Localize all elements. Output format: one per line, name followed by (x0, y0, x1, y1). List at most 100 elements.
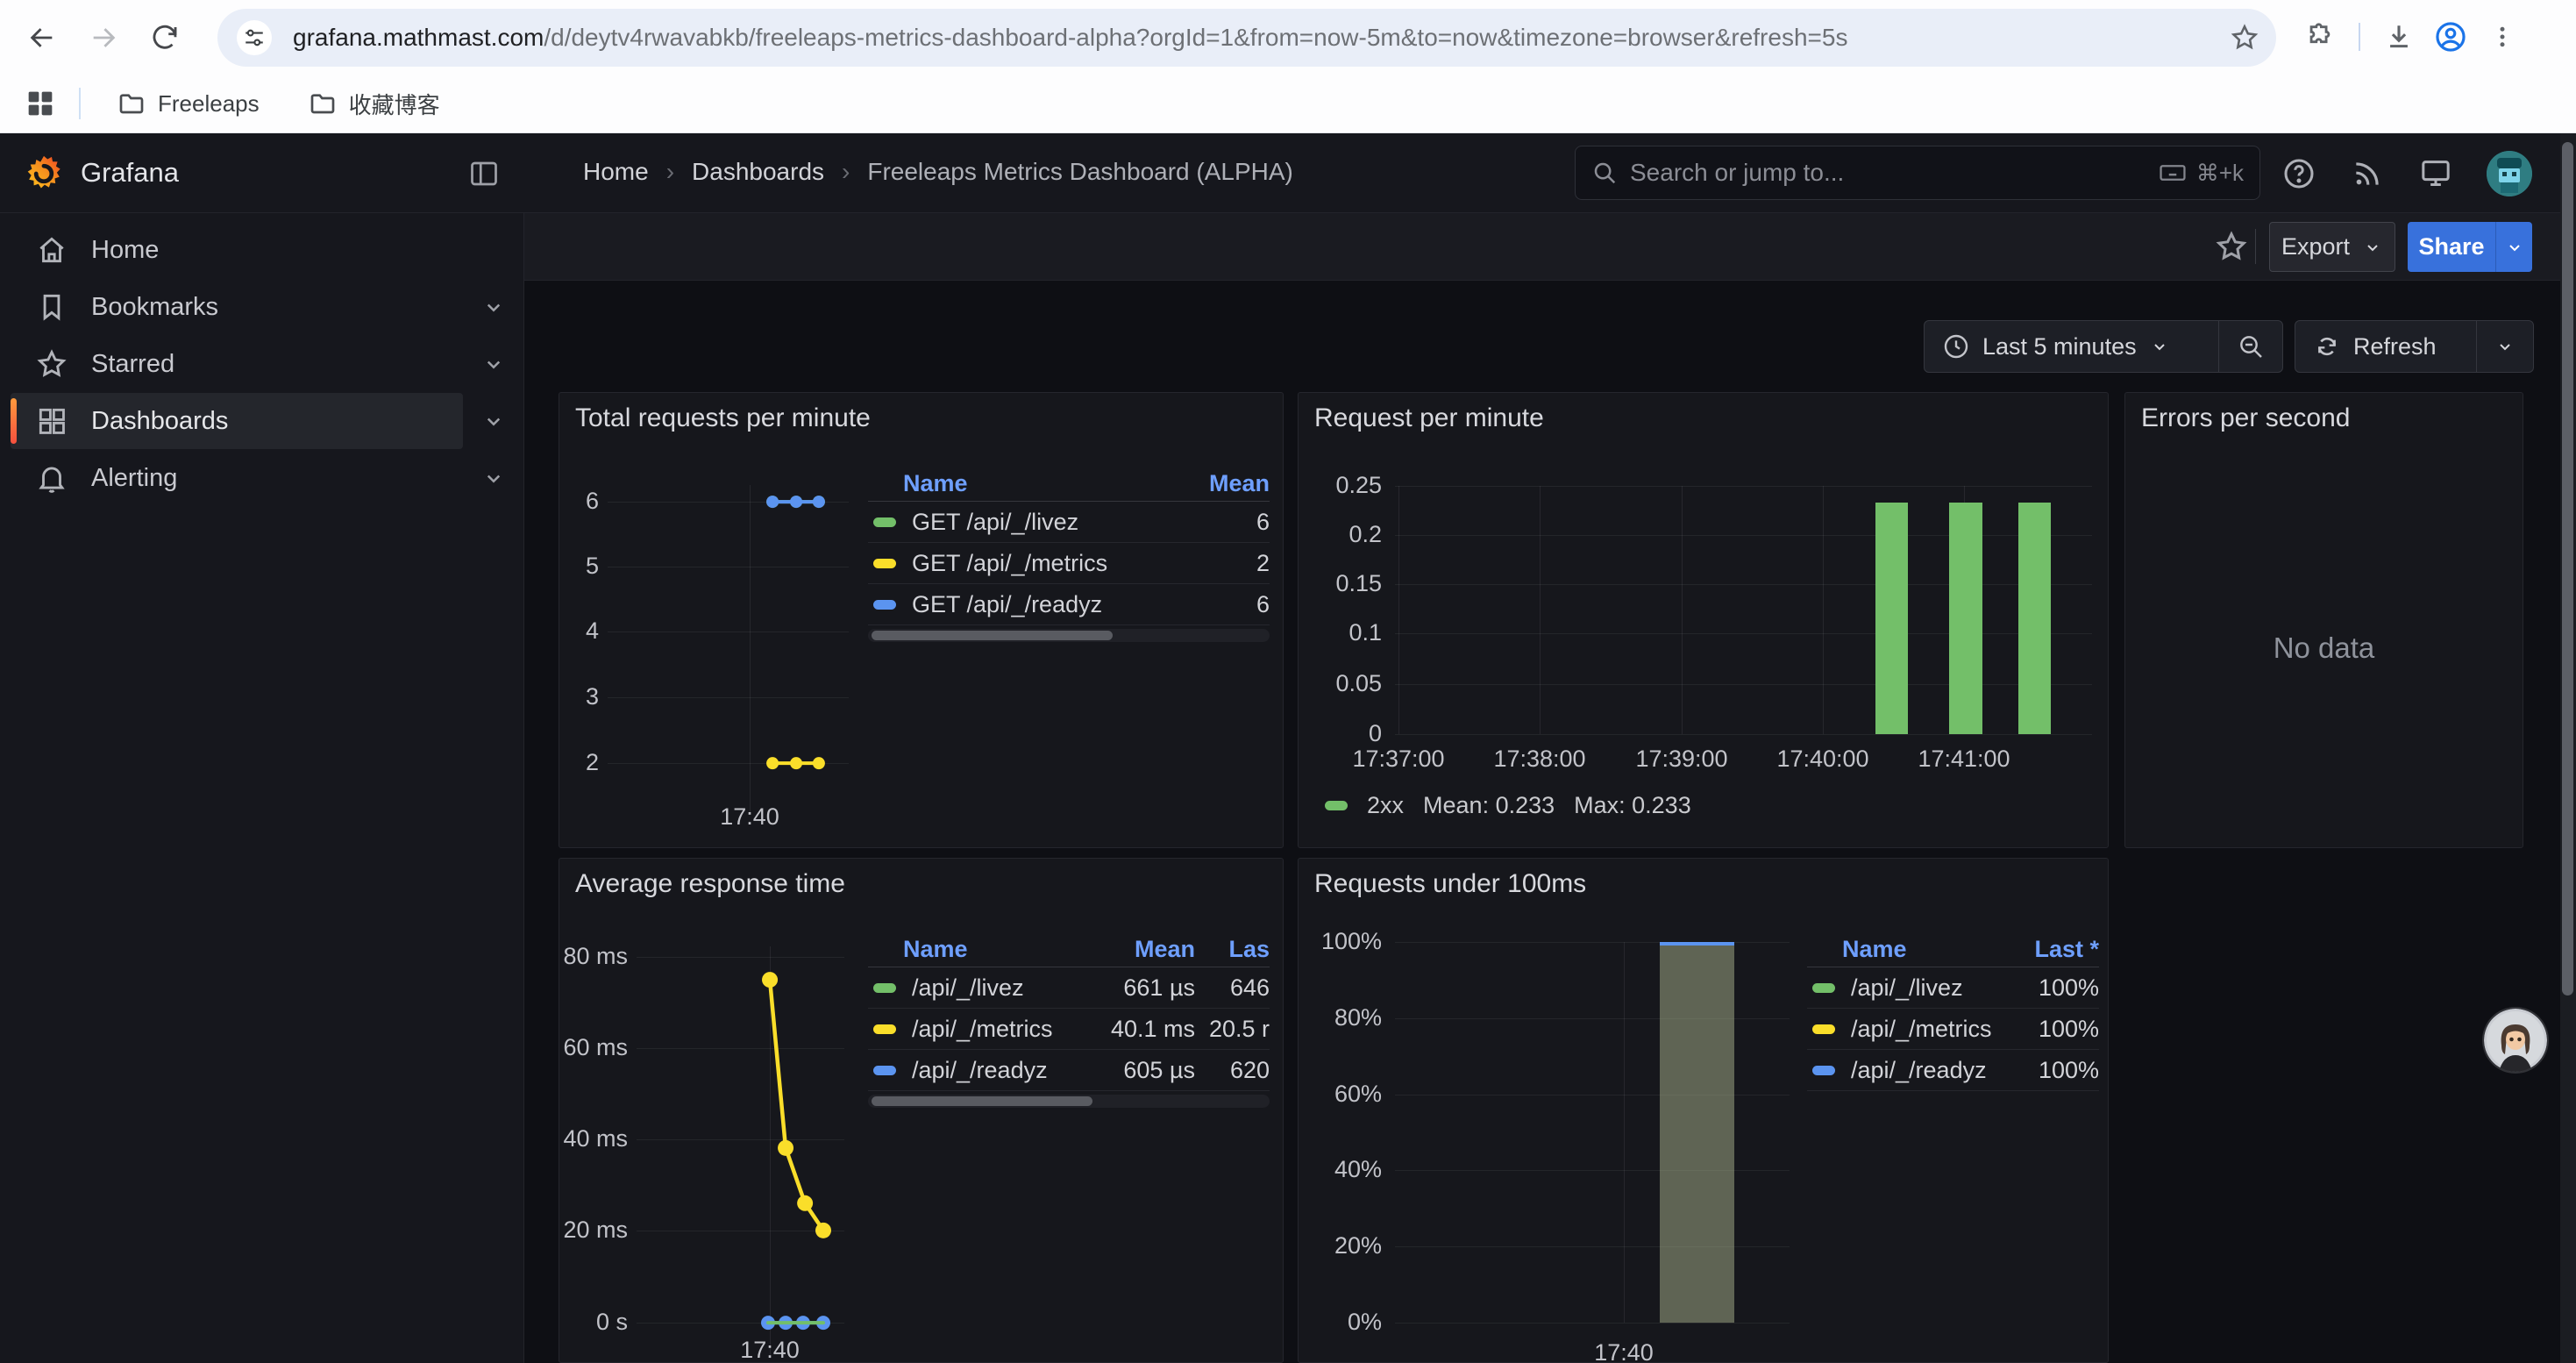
search-input[interactable] (1630, 159, 2158, 187)
export-button[interactable]: Export (2269, 222, 2395, 272)
series-chip (1812, 1024, 1835, 1034)
table-row: /api/_/readyz 100% (1807, 1050, 2099, 1091)
search-shortcut: ⌘+k (2158, 158, 2244, 188)
active-indicator (11, 398, 17, 444)
user-avatar[interactable] (2487, 151, 2532, 196)
breadcrumb: Home › Dashboards › Freeleaps Metrics Da… (583, 158, 1293, 186)
scrollbar-thumb[interactable] (872, 1096, 1092, 1106)
series-name[interactable]: GET /api/_/livez (912, 509, 1078, 536)
panel-title[interactable]: Requests under 100ms (1314, 869, 1586, 899)
favorite-star-icon[interactable] (2214, 229, 2249, 264)
sidebar-item-home[interactable]: Home (11, 222, 463, 278)
breadcrumb-dashboards[interactable]: Dashboards (692, 158, 824, 186)
panel-title[interactable]: Average response time (575, 869, 845, 899)
series-name[interactable]: /api/_/metrics (1851, 1016, 1992, 1043)
bookmark-star-icon[interactable] (2220, 13, 2269, 62)
col-mean[interactable]: Mean (1191, 470, 1270, 497)
dashboards-icon (35, 404, 68, 438)
series-mean: 6 (1191, 591, 1270, 618)
col-last[interactable]: Last * (2016, 936, 2099, 963)
extensions-icon[interactable] (2297, 22, 2343, 52)
y-tick: 0.15 (1299, 570, 1382, 597)
series-name[interactable]: /api/_/livez (912, 974, 1024, 1002)
bar-chart[interactable] (1395, 486, 2092, 734)
col-last[interactable]: Las (1195, 936, 1270, 963)
url-bar[interactable]: grafana.mathmast.com/d/deytv4rwavabkb/fr… (217, 9, 2276, 67)
line-chart[interactable] (608, 485, 849, 801)
bookmark-folder-blogs[interactable]: 收藏博客 (291, 81, 458, 127)
page-scrollbar-thumb[interactable] (2562, 142, 2573, 995)
clock-icon (1942, 332, 1970, 360)
legend-series[interactable]: 2xx (1367, 792, 1404, 819)
url-text: grafana.mathmast.com/d/deytv4rwavabkb/fr… (293, 24, 2220, 52)
reload-button[interactable] (145, 18, 185, 58)
table-header: Name Mean Las (868, 932, 1270, 967)
area-chart[interactable] (1395, 942, 1790, 1323)
chevron-down-icon[interactable] (480, 408, 507, 434)
refresh-interval-button[interactable] (2477, 321, 2533, 372)
table-row: GET /api/_/metrics 2 (868, 543, 1270, 584)
zoom-out-icon (2237, 332, 2265, 360)
series-name[interactable]: /api/_/metrics (912, 1016, 1053, 1043)
series-name[interactable]: /api/_/livez (1851, 974, 1963, 1002)
menu-kebab-icon[interactable] (2480, 24, 2525, 50)
sidebar-item-alerting[interactable]: Alerting (11, 450, 463, 506)
y-tick: 0.25 (1299, 472, 1382, 499)
sidebar-item-dashboards[interactable]: Dashboards (11, 393, 463, 449)
sidebar-item-starred[interactable]: Starred (11, 336, 463, 392)
panel-total-requests: Total requests per minute 6 5 4 3 2 17:4… (559, 392, 1284, 848)
line-chart[interactable] (634, 946, 844, 1359)
series-name[interactable]: GET /api/_/readyz (912, 591, 1102, 618)
profile-icon[interactable] (2422, 20, 2480, 54)
grafana-app: Grafana Home › Dashboards › Freeleaps Me… (0, 133, 2576, 1363)
sidebar-item-bookmarks[interactable]: Bookmarks (11, 279, 463, 335)
search-box[interactable]: ⌘+k (1575, 146, 2260, 200)
series-name[interactable]: /api/_/readyz (1851, 1057, 1987, 1084)
series-name[interactable]: GET /api/_/metrics (912, 550, 1107, 577)
col-name[interactable]: Name (868, 470, 1191, 497)
floating-avatar-widget[interactable] (2484, 1009, 2547, 1072)
chevron-down-icon[interactable] (480, 294, 507, 320)
apps-grid-icon[interactable] (23, 86, 58, 121)
refresh-button[interactable]: Refresh (2295, 321, 2476, 372)
forward-button[interactable] (83, 18, 124, 58)
help-icon[interactable] (2280, 154, 2318, 193)
y-tick: 0.2 (1299, 521, 1382, 548)
back-button[interactable] (22, 18, 62, 58)
chevron-down-icon[interactable] (480, 351, 507, 377)
scrollbar-thumb[interactable] (872, 631, 1113, 640)
download-icon[interactable] (2376, 22, 2422, 52)
time-range-button[interactable]: Last 5 minutes (1925, 321, 2218, 372)
panel-title[interactable]: Total requests per minute (575, 403, 871, 433)
col-name[interactable]: Name (868, 936, 1094, 963)
site-settings-icon[interactable] (237, 20, 272, 55)
col-name[interactable]: Name (1807, 936, 2016, 963)
table-scrollbar[interactable] (868, 1095, 1270, 1108)
panel-title[interactable]: Errors per second (2141, 403, 2350, 433)
share-button[interactable]: Share (2408, 222, 2495, 272)
grafana-topnav: Grafana Home › Dashboards › Freeleaps Me… (0, 133, 2576, 213)
news-rss-icon[interactable] (2348, 154, 2387, 193)
breadcrumb-home[interactable]: Home (583, 158, 649, 186)
series-mean: 605 µs (1094, 1057, 1195, 1084)
table-row: /api/_/readyz 605 µs 620 (868, 1050, 1270, 1091)
legend-mean: Mean: 0.233 (1423, 792, 1555, 819)
sidebar-collapse-icon[interactable] (468, 158, 500, 189)
chevron-down-icon[interactable] (480, 465, 507, 491)
series-name[interactable]: /api/_/readyz (912, 1057, 1048, 1084)
table-scrollbar[interactable] (868, 629, 1270, 642)
y-tick: 2 (559, 749, 599, 776)
bookmark-folder-freeleaps[interactable]: Freeleaps (100, 82, 277, 125)
x-tick: 17:40 (697, 803, 802, 831)
zoom-out-button[interactable] (2219, 321, 2282, 372)
series-last: 100% (2016, 974, 2099, 1002)
monitor-icon[interactable] (2416, 154, 2455, 193)
grafana-logo[interactable] (25, 154, 63, 193)
panel-errors-per-second: Errors per second No data (2124, 392, 2523, 848)
table-row: /api/_/metrics 40.1 ms 20.5 r (868, 1009, 1270, 1050)
share-dropdown-button[interactable] (2495, 222, 2532, 272)
panel-title[interactable]: Request per minute (1314, 403, 1544, 433)
refresh-icon (2313, 332, 2341, 360)
browser-toolbar: grafana.mathmast.com/d/deytv4rwavabkb/fr… (0, 0, 2576, 75)
col-mean[interactable]: Mean (1094, 936, 1195, 963)
